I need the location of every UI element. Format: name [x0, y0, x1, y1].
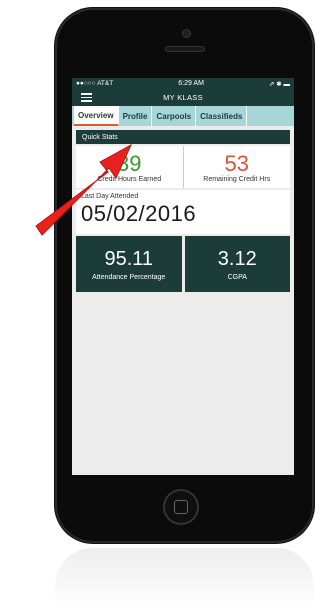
credits-remaining: 53 Remaining Credit Hrs: [182, 146, 291, 188]
credits-remaining-label: Remaining Credit Hrs: [203, 175, 271, 183]
tab-bar: Overview Profile Carpools Classifieds: [72, 106, 294, 126]
phone-screen: ●●○○○ AT&T 6:29 AM ⇗ ✱ ▬ MY KLASS Overvi…: [72, 78, 294, 475]
cgpa-card: 3.12 CGPA: [184, 236, 290, 292]
status-icons: ⇗ ✱ ▬: [268, 80, 290, 88]
earpiece-speaker: [165, 46, 205, 52]
app-title: MY KLASS: [163, 93, 203, 102]
cgpa-value: 3.12: [217, 247, 257, 270]
section-header: Quick Stats: [76, 130, 290, 144]
home-button[interactable]: [163, 489, 199, 525]
tab-classifieds[interactable]: Classifieds: [196, 106, 248, 126]
credits-earned-value: 39: [117, 150, 142, 176]
attendance-card: 95.11 Attendance Percentage: [76, 236, 182, 292]
stats-row: 95.11 Attendance Percentage 3.12 CGPA: [76, 236, 290, 292]
home-square-icon: [174, 500, 188, 514]
phone-reflection: [55, 548, 314, 608]
credits-card: 39 Credit Hours Earned 53 Remaining Cred…: [76, 146, 290, 188]
carrier-signal: ●●○○○ AT&T: [76, 80, 114, 87]
last-day-label: Last Day Attended: [81, 193, 139, 200]
tab-profile[interactable]: Profile: [119, 106, 153, 126]
credits-earned: 39 Credit Hours Earned: [76, 146, 183, 188]
app-header: MY KLASS: [72, 89, 294, 106]
status-time: 6:29 AM: [178, 80, 204, 87]
cgpa-label: CGPA: [227, 273, 247, 281]
last-day-date: 05/02/2016: [81, 201, 197, 226]
hamburger-menu-icon[interactable]: [81, 93, 92, 102]
tab-carpools[interactable]: Carpools: [152, 106, 197, 126]
tab-overview[interactable]: Overview: [74, 106, 119, 126]
status-bar: ●●○○○ AT&T 6:29 AM ⇗ ✱ ▬: [72, 78, 294, 89]
last-day-card: Last Day Attended 05/02/2016: [76, 190, 290, 234]
attendance-label: Attendance Percentage: [92, 273, 166, 281]
attendance-value: 95.11: [104, 247, 154, 270]
front-camera: [182, 29, 191, 38]
credits-earned-label: Credit Hours Earned: [97, 175, 162, 183]
credits-remaining-value: 53: [224, 150, 249, 176]
